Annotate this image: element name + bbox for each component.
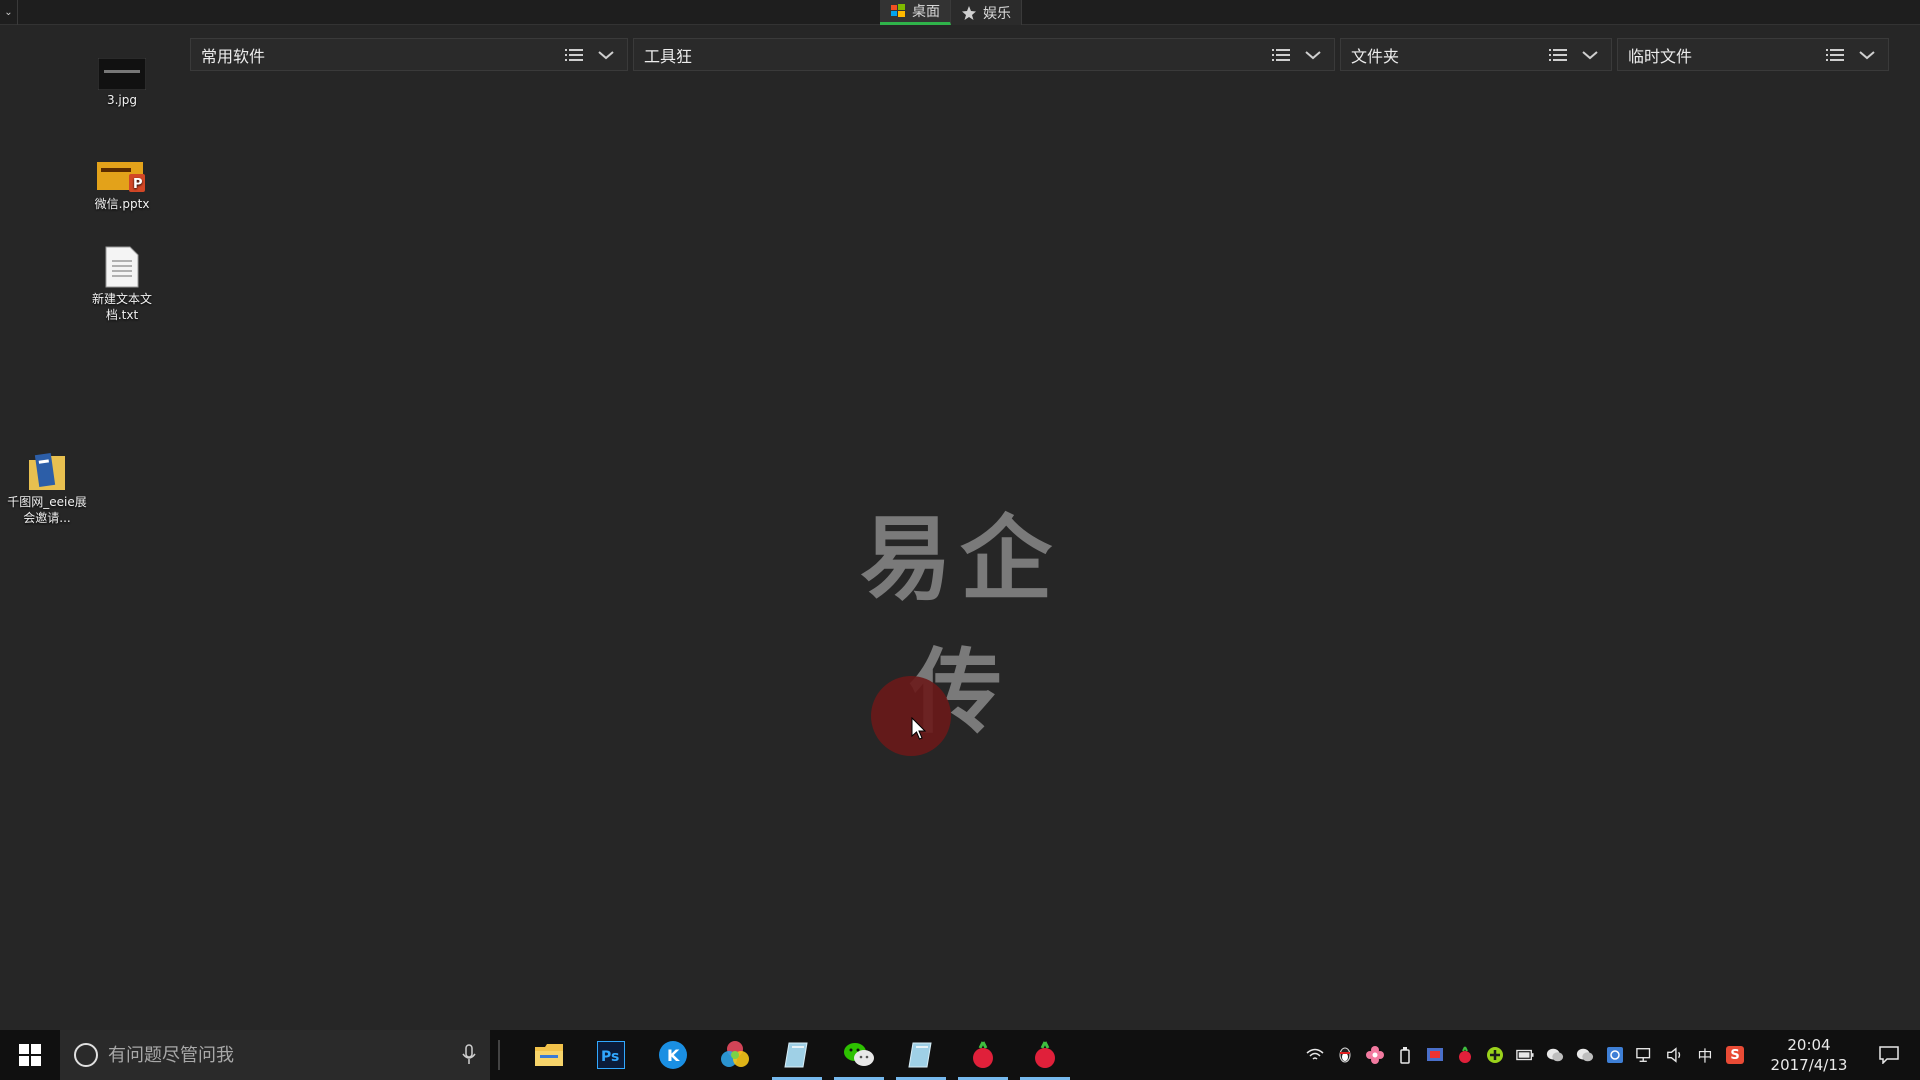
taskbar-app-wechat[interactable] xyxy=(828,1030,890,1080)
chevron-down-icon[interactable] xyxy=(1858,49,1876,61)
desktop-icon-label: 微信.pptx xyxy=(94,197,150,211)
qq-penguin-icon[interactable] xyxy=(1336,1046,1354,1064)
list-view-icon[interactable] xyxy=(1272,48,1290,62)
ethernet-icon[interactable] xyxy=(1636,1046,1654,1064)
windows-logo-icon xyxy=(19,1044,41,1066)
notes-app-icon-2 xyxy=(908,1042,932,1068)
list-view-icon[interactable] xyxy=(1826,48,1844,62)
fence-common-software[interactable]: 常用软件 xyxy=(190,38,628,71)
wifi-icon[interactable] xyxy=(1306,1046,1324,1064)
action-center-button[interactable] xyxy=(1866,1030,1912,1080)
watermark-logo-text: 易企传 xyxy=(859,506,1060,746)
taskbar-app-radish[interactable] xyxy=(952,1030,1014,1080)
network-manager-icon[interactable] xyxy=(1606,1046,1624,1064)
text-file-icon xyxy=(105,246,139,288)
usb-drive-icon[interactable] xyxy=(1396,1046,1414,1064)
fence-title: 临时文件 xyxy=(1628,46,1693,66)
fence-temp-files[interactable]: 临时文件 xyxy=(1617,38,1889,71)
clock-date: 2017/4/13 xyxy=(1770,1056,1848,1074)
image-file-icon xyxy=(98,58,146,90)
sogou-input-icon[interactable]: S xyxy=(1726,1046,1744,1064)
chevron-down-icon[interactable] xyxy=(1581,49,1599,61)
list-view-icon[interactable] xyxy=(1549,48,1567,62)
tab-desktop-label: 桌面 xyxy=(912,4,940,20)
pinned-apps: Ps K xyxy=(518,1030,1076,1080)
cortana-search-box[interactable] xyxy=(60,1030,490,1080)
tab-desktop[interactable]: 桌面 xyxy=(880,0,951,25)
list-view-icon[interactable] xyxy=(565,48,583,62)
desktop-icon-new-text-doc[interactable]: 新建文本文档.txt xyxy=(77,245,167,323)
cursor-highlight xyxy=(871,676,951,756)
mouse-pointer-icon xyxy=(911,717,927,740)
kugou-icon: K xyxy=(659,1041,687,1069)
pptx-file-icon: P xyxy=(97,162,145,192)
cortana-ring-icon xyxy=(74,1043,98,1067)
wechat-tray-icon-2[interactable] xyxy=(1576,1046,1594,1064)
desktop-icon-wechat-pptx[interactable]: P 微信.pptx xyxy=(77,160,167,212)
flower-app-icon[interactable] xyxy=(1366,1046,1384,1064)
wechat-tray-icon[interactable] xyxy=(1546,1046,1564,1064)
start-button[interactable] xyxy=(0,1030,60,1080)
chevron-down-icon[interactable] xyxy=(597,49,615,61)
desktop-icon-label: 新建文本文档.txt xyxy=(91,292,152,322)
microphone-icon[interactable] xyxy=(462,1044,476,1066)
svg-text:P: P xyxy=(133,177,143,192)
star-icon xyxy=(962,5,976,20)
fence-title: 文件夹 xyxy=(1351,46,1400,66)
radish-tray-icon[interactable] xyxy=(1456,1046,1474,1064)
input-method-indicator[interactable]: 中 xyxy=(1696,1046,1714,1065)
battery-icon[interactable] xyxy=(1516,1046,1534,1064)
chevron-down-icon[interactable] xyxy=(1304,49,1322,61)
taskbar-separator xyxy=(498,1040,500,1070)
taskbar-app-color-wheel[interactable] xyxy=(704,1030,766,1080)
taskbar-app-photoshop[interactable]: Ps xyxy=(580,1030,642,1080)
display-app-icon[interactable] xyxy=(1426,1046,1444,1064)
taskbar-app-notes[interactable] xyxy=(766,1030,828,1080)
folder-icon xyxy=(29,453,65,490)
file-explorer-icon xyxy=(535,1044,563,1066)
tab-entertainment[interactable]: 娱乐 xyxy=(951,0,1022,25)
taskbar-app-kugou[interactable]: K xyxy=(642,1030,704,1080)
svg-text:K: K xyxy=(667,1046,680,1065)
desktop-icon-label: 3.jpg xyxy=(106,93,138,107)
taskbar-app-notes-2[interactable] xyxy=(890,1030,952,1080)
radish-app-icon xyxy=(973,1041,993,1068)
clock-time: 20:04 xyxy=(1787,1036,1831,1054)
fence-title: 工具狂 xyxy=(644,46,693,66)
system-tray: 中 S 20:04 2017/4/13 xyxy=(1306,1030,1920,1080)
windows-flag-icon xyxy=(891,4,905,17)
svg-text:Ps: Ps xyxy=(601,1049,619,1065)
notification-icon xyxy=(1879,1046,1899,1064)
photoshop-icon: Ps xyxy=(597,1041,625,1069)
desktop-tabs: 桌面 娱乐 xyxy=(880,0,1022,25)
taskbar-app-file-explorer[interactable] xyxy=(518,1030,580,1080)
color-wheel-app-icon xyxy=(721,1041,749,1067)
desktop-icon-3jpg[interactable]: 3.jpg xyxy=(77,58,167,108)
radish-app-icon-2 xyxy=(1035,1041,1055,1068)
notes-app-icon xyxy=(784,1042,808,1068)
tab-entertainment-label: 娱乐 xyxy=(983,5,1011,22)
fence-title: 常用软件 xyxy=(201,46,266,66)
chevron-down-icon[interactable]: ⌄ xyxy=(0,0,18,25)
fence-folders[interactable]: 文件夹 xyxy=(1340,38,1612,71)
add-green-icon[interactable] xyxy=(1486,1046,1504,1064)
desktop-icon-label: 千图网_eeie展会邀请... xyxy=(7,495,87,525)
taskbar-app-radish-2[interactable] xyxy=(1014,1030,1076,1080)
fence-tool-mania[interactable]: 工具狂 xyxy=(633,38,1335,71)
volume-icon[interactable] xyxy=(1666,1046,1684,1064)
top-tab-strip: ⌄ 桌面 娱乐 xyxy=(0,0,1920,25)
system-clock[interactable]: 20:04 2017/4/13 xyxy=(1764,1035,1854,1075)
desktop-icon-qiantu-folder[interactable]: 千图网_eeie展会邀请... xyxy=(2,450,92,526)
taskbar: Ps K xyxy=(0,1030,1920,1080)
search-input[interactable] xyxy=(108,1044,452,1066)
wechat-icon xyxy=(844,1043,874,1066)
